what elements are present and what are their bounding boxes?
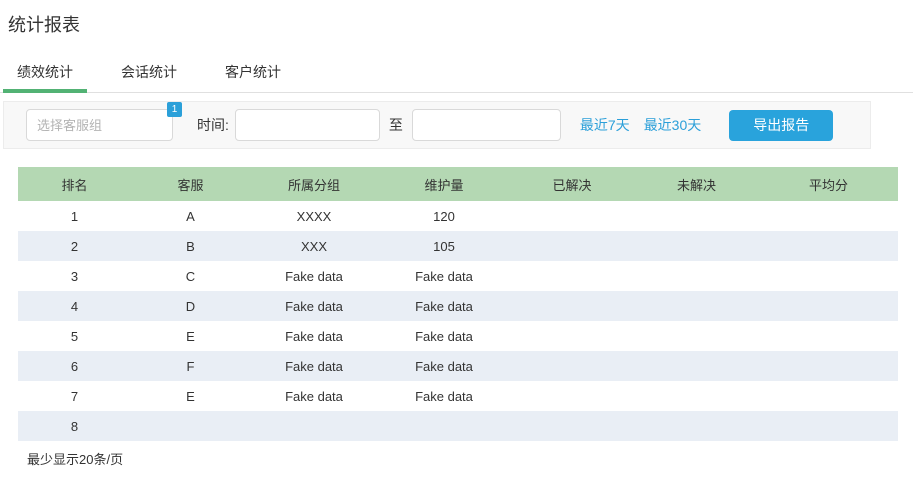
page-size-note: 最少显示20条/页 (27, 452, 124, 467)
column-header: 维护量 (378, 167, 510, 201)
table-cell: B (186, 238, 195, 254)
table-row: 2 B XXX 105 (18, 231, 898, 261)
table-cell: Fake data (415, 298, 473, 314)
table-cell: 7 (70, 388, 79, 404)
table-cell (759, 201, 898, 231)
table-cell: Fake data (415, 358, 473, 374)
table-cell (510, 381, 634, 411)
table-cell: C (185, 268, 196, 284)
link-last-7-days[interactable]: 最近7天 (580, 117, 630, 133)
table-cell (759, 351, 898, 381)
export-report-button[interactable]: 导出报告 (729, 109, 834, 141)
table-cell: 2 (70, 238, 79, 254)
table-cell (131, 411, 250, 441)
column-header: 排名 (18, 167, 131, 201)
table-body: 1 A XXXX 120 2 B XXX 105 3 C Fake data Fake data 4 D F… (18, 201, 898, 441)
table-cell (510, 201, 634, 231)
tab-performance-stats[interactable]: 绩效统计 (3, 60, 87, 93)
table-cell: Fake data (285, 388, 343, 404)
table-cell: E (186, 328, 195, 344)
table-cell: Fake data (415, 328, 473, 344)
table-header-row: 排名 客服 所属分组 维护量 已解决 未解决 平均分 (18, 167, 898, 201)
table-cell (510, 351, 634, 381)
table-row: 3 C Fake data Fake data (18, 261, 898, 291)
table-cell (634, 381, 759, 411)
table-row: 5 E Fake data Fake data (18, 321, 898, 351)
table-cell (759, 411, 898, 441)
time-label: 时间: (197, 117, 229, 133)
table-cell: Fake data (285, 358, 343, 374)
table-cell (759, 231, 898, 261)
quick-links: 最近7天 最近30天 (561, 115, 701, 135)
link-last-30-days[interactable]: 最近30天 (644, 117, 702, 133)
table-row: 4 D Fake data Fake data (18, 291, 898, 321)
table-row: 8 (18, 411, 898, 441)
tab-session-stats[interactable]: 会话统计 (107, 60, 191, 92)
table-cell: 6 (70, 358, 79, 374)
column-header: 未解决 (634, 167, 759, 201)
tab-customer-stats[interactable]: 客户统计 (211, 60, 295, 92)
tabs-bar: 绩效统计 会话统计 客户统计 (0, 60, 913, 93)
table-cell (634, 321, 759, 351)
table-cell (510, 231, 634, 261)
table-row: 1 A XXXX 120 (18, 201, 898, 231)
table-cell (510, 321, 634, 351)
date-from-input[interactable] (234, 109, 380, 141)
table-cell: Fake data (285, 268, 343, 284)
table-cell: XXXX (296, 208, 332, 224)
table-cell: 1 (70, 208, 79, 224)
table-cell: Fake data (415, 268, 473, 284)
column-header: 平均分 (759, 167, 898, 201)
table-cell: XXX (300, 238, 327, 254)
table-cell (510, 411, 634, 441)
column-header: 所属分组 (250, 167, 378, 201)
to-label: 至 (388, 117, 403, 133)
table-row: 6 F Fake data Fake data (18, 351, 898, 381)
table-cell (759, 291, 898, 321)
table-cell: 120 (433, 208, 455, 224)
table-cell: 105 (433, 238, 455, 254)
column-header: 已解决 (510, 167, 634, 201)
table-cell (510, 291, 634, 321)
table-cell (634, 201, 759, 231)
table-cell (634, 411, 759, 441)
table-cell: 3 (70, 268, 79, 284)
date-to-input[interactable] (411, 109, 561, 141)
table-cell (759, 261, 898, 291)
table-cell (759, 321, 898, 351)
selected-count-badge: 1 (167, 102, 182, 117)
table-cell: Fake data (285, 328, 343, 344)
table-cell: 4 (70, 298, 79, 314)
filter-bar: 1 时间: 至 最近7天最近30天 导出报告 (3, 101, 871, 149)
table-row: 7 E Fake data Fake data (18, 381, 898, 411)
table-cell: 5 (70, 328, 79, 344)
table-cell: E (186, 388, 195, 404)
table-cell (634, 351, 759, 381)
table-cell (250, 411, 378, 441)
table-cell: A (186, 208, 195, 224)
table-cell (634, 261, 759, 291)
table-cell (510, 261, 634, 291)
table-cell (759, 381, 898, 411)
table-cell (378, 411, 510, 441)
table-cell: Fake data (285, 298, 343, 314)
group-select-wrap: 1 (26, 102, 182, 141)
table-cell: 8 (70, 418, 79, 434)
performance-stats-table: 排名 客服 所属分组 维护量 已解决 未解决 平均分 1 A XXXX 120 2 B XXX 105 3 C… (18, 167, 898, 441)
table-cell: F (186, 358, 195, 374)
table-cell: Fake data (415, 388, 473, 404)
table-cell: D (185, 298, 196, 314)
group-select-input[interactable] (26, 109, 173, 141)
column-header: 客服 (131, 167, 250, 201)
page-title: 统计报表 (8, 15, 80, 35)
table-cell (634, 291, 759, 321)
table-cell (634, 231, 759, 261)
